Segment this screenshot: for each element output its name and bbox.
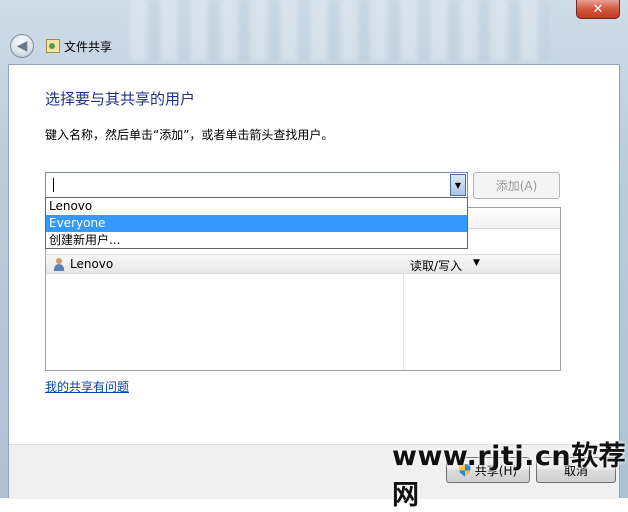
chevron-down-icon: ▼ [454, 180, 462, 190]
dropdown-arrow-button[interactable]: ▼ [450, 174, 466, 196]
watermark: www.rjtj.cn软荐网 [392, 441, 627, 511]
back-button[interactable]: ◀ [10, 34, 34, 58]
close-button[interactable]: ✕ [576, 0, 620, 19]
text-caret [53, 178, 54, 192]
user-icon [54, 258, 64, 271]
permission-dropdown[interactable]: 读取/写入 [410, 257, 462, 274]
close-icon: ✕ [592, 1, 604, 17]
file-sharing-icon [46, 39, 60, 53]
permission-arrow-icon[interactable]: ▼ [473, 258, 480, 268]
titlebar-glass [130, 0, 550, 62]
add-button[interactable]: 添加(A) [473, 172, 560, 199]
sharing-problem-link[interactable]: 我的共享有问题 [45, 378, 129, 395]
dropdown-option-everyone[interactable]: Everyone [46, 215, 467, 232]
dropdown-option-create-user[interactable]: 创建新用户... [46, 232, 467, 249]
window-title: 文件共享 [64, 40, 113, 54]
back-arrow-icon: ◀ [16, 38, 28, 54]
user-dropdown-list[interactable]: Lenovo Everyone 创建新用户... [45, 197, 468, 249]
row-user-name: Lenovo [70, 257, 114, 271]
table-row[interactable]: Lenovo 读取/写入 ▼ [46, 254, 560, 274]
page-heading: 选择要与其共享的用户 [45, 90, 196, 108]
instruction-text: 键入名称，然后单击“添加”，或者单击箭头查找用户。 [45, 128, 334, 142]
dropdown-option-lenovo[interactable]: Lenovo [46, 198, 467, 215]
user-name-combobox[interactable]: ▼ [45, 172, 468, 198]
